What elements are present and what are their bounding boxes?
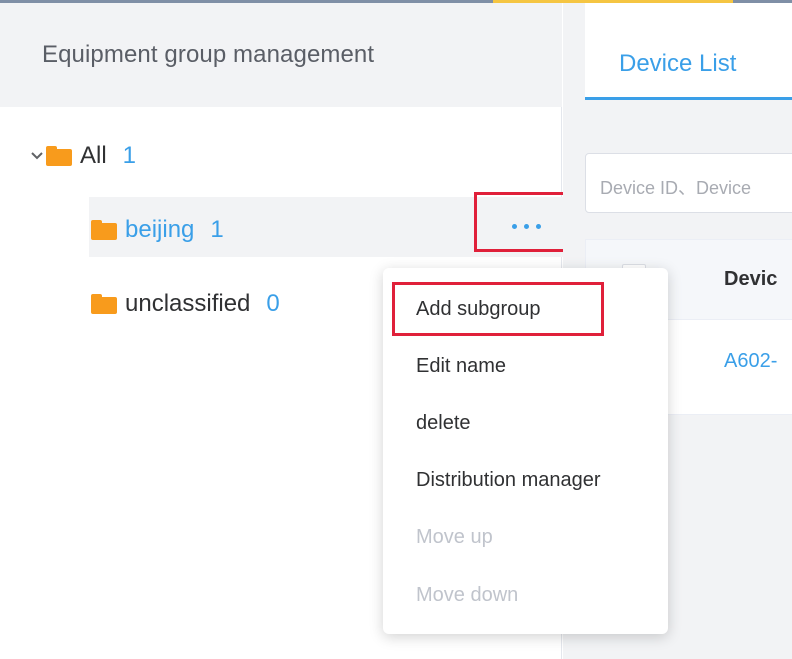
group-panel-title: Equipment group management — [42, 41, 375, 68]
tab-active-underline — [585, 97, 792, 100]
folder-icon — [91, 220, 117, 240]
tree-node-label: All — [80, 142, 107, 169]
menu-item-edit-name[interactable]: Edit name — [416, 355, 506, 378]
tree-node-label: beijing — [125, 216, 195, 243]
device-id-link[interactable]: A602- — [724, 350, 777, 373]
tree-node-beijing[interactable]: beijing 1 — [91, 216, 224, 244]
tree-node-count: 1 — [210, 216, 224, 243]
tree-node-count: 0 — [266, 290, 280, 317]
menu-item-distribution-manager[interactable]: Distribution manager — [416, 469, 601, 492]
tab-device-list[interactable]: Device List — [585, 3, 792, 100]
group-panel-header: Equipment group management — [0, 3, 562, 107]
search-placeholder: Device ID、Device — [600, 178, 752, 198]
tree-node-count: 1 — [122, 142, 137, 169]
menu-item-delete[interactable]: delete — [416, 412, 471, 435]
search-input[interactable]: Device ID、Device — [585, 153, 792, 213]
more-icon — [511, 223, 541, 229]
column-header: Devic — [724, 268, 778, 290]
menu-item-move-up: Move up — [416, 526, 493, 548]
tab-label: Device List — [619, 50, 737, 77]
tree-node-label: unclassified — [125, 290, 251, 317]
folder-icon — [46, 146, 72, 166]
menu-item-move-down: Move down — [416, 584, 519, 606]
tree-node-unclassified[interactable]: unclassified 0 — [91, 290, 280, 318]
chevron-down-icon[interactable] — [28, 147, 46, 165]
folder-icon — [91, 294, 117, 314]
context-menu: Add subgroup Edit name delete Distributi… — [383, 268, 668, 634]
menu-item-add-subgroup[interactable]: Add subgroup — [416, 298, 541, 321]
tree-node-all[interactable]: All 1 — [28, 142, 136, 170]
